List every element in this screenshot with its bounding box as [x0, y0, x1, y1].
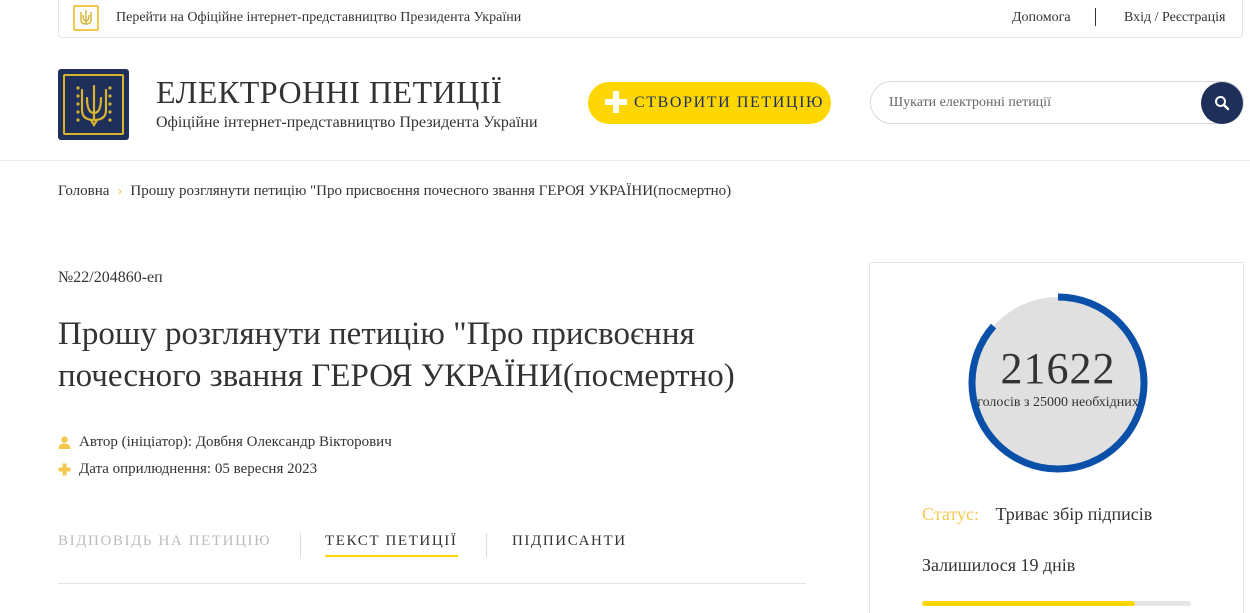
user-icon [58, 436, 71, 449]
petition-number: №22/204860-еп [58, 269, 163, 286]
login-register-link[interactable]: Вхід / Реєстрація [1124, 10, 1225, 26]
status-row: Статус: Триває збір підписів [922, 504, 1152, 525]
petition-stats-card: 21622 голосів з 25000 необхідних Статус:… [869, 262, 1244, 613]
tab-separator [486, 533, 487, 557]
breadcrumb: Головна › Прошу розглянути петицію "Про пр… [58, 183, 731, 200]
create-petition-label: СТВОРИТИ ПЕТИЦІЮ [634, 94, 825, 111]
breadcrumb-current: Прошу розглянути петицію "Про присвоєння… [130, 183, 732, 199]
plus-icon [605, 91, 627, 113]
status-label: Статус: [922, 504, 979, 524]
time-progress-fill [922, 601, 1135, 606]
coat-of-arms-icon [63, 74, 124, 135]
status-value: Триває збір підписів [995, 504, 1153, 524]
votes-count: 21622 [1000, 344, 1116, 393]
create-petition-button[interactable]: СТВОРИТИ ПЕТИЦІЮ [588, 82, 831, 124]
search-input[interactable] [889, 92, 1189, 114]
portal-link[interactable]: Перейти на Офіційне інтернет-представниц… [116, 10, 521, 26]
petition-author-text: Автор (ініціатор): Довбня Олександр Вікт… [79, 434, 392, 450]
petition-title: Прошу розглянути петицію "Про присвоєння… [58, 316, 735, 394]
search-button[interactable] [1201, 82, 1243, 124]
top-bar: Перейти на Офіційне інтернет-представниц… [58, 0, 1243, 38]
search-box [870, 81, 1244, 124]
days-remaining: Залишилося 19 днів [922, 555, 1076, 575]
site-title[interactable]: ЕЛЕКТРОННІ ПЕТИЦІЇ [156, 74, 502, 111]
chevron-right-icon: › [117, 183, 123, 199]
tabs-divider [58, 583, 806, 584]
time-progress-bar [922, 601, 1191, 606]
search-icon [1215, 96, 1230, 111]
header-divider [0, 160, 1250, 161]
site-logo[interactable] [58, 69, 129, 140]
breadcrumb-home[interactable]: Головна [58, 183, 109, 199]
site-subtitle: Офіційне інтернет-представництво Президе… [156, 114, 538, 131]
plus-icon [58, 463, 71, 476]
tab-answer[interactable]: ВІДПОВІДЬ НА ПЕТИЦІЮ [58, 533, 271, 550]
petition-author: Автор (ініціатор): Довбня Олександр Вікт… [58, 434, 392, 451]
votes-caption: голосів з 25000 необхідних [977, 395, 1139, 410]
petition-date-text: Дата оприлюднення: 05 вересня 2023 [79, 461, 318, 477]
tab-petition-text[interactable]: ТЕКСТ ПЕТИЦІЇ [325, 533, 458, 557]
topbar-separator [1095, 8, 1096, 26]
help-link[interactable]: Допомога [1012, 10, 1071, 26]
petition-date: Дата оприлюднення: 05 вересня 2023 [58, 461, 317, 478]
trident-icon[interactable] [73, 5, 99, 31]
tab-signers[interactable]: ПІДПИСАНТИ [512, 533, 627, 550]
tab-separator [300, 533, 301, 557]
